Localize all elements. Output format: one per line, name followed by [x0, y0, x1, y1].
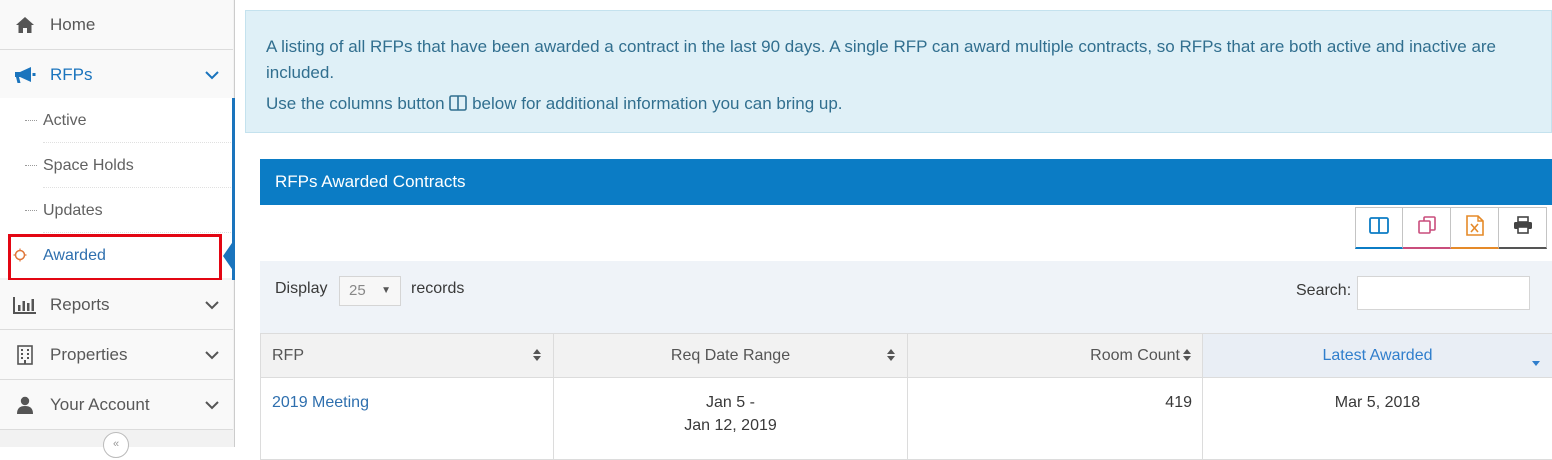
chevron-down-icon — [205, 347, 219, 365]
nav-rfps[interactable]: RFPs — [0, 50, 233, 100]
awarded-highlight-box — [8, 234, 222, 281]
user-icon — [12, 394, 38, 416]
records-label: records — [411, 280, 464, 298]
search-input[interactable] — [1357, 276, 1530, 310]
excel-icon — [1466, 215, 1484, 241]
search-label: Search: — [1296, 282, 1351, 300]
sub-item-active[interactable]: Active — [0, 98, 233, 143]
bar-chart-icon — [12, 294, 38, 316]
nav-home-label: Home — [50, 15, 95, 35]
cell-rfp: 2019 Meeting — [261, 378, 554, 460]
sort-icon — [1182, 348, 1192, 367]
sidebar: Home RFPs Active Space Holds Updates Awa… — [0, 0, 235, 447]
chevron-down-icon — [205, 297, 219, 315]
cell-req-date-range: Jan 5 - Jan 12, 2019 — [554, 378, 908, 460]
sub-item-label: Active — [43, 112, 87, 130]
print-icon — [1513, 216, 1533, 239]
column-header-latest-awarded[interactable]: Latest Awarded — [1203, 334, 1552, 378]
caret-down-icon: ▼ — [381, 277, 391, 305]
megaphone-icon — [12, 64, 38, 86]
copy-button[interactable] — [1403, 207, 1451, 249]
nav-reports-label: Reports — [50, 295, 110, 315]
copy-icon — [1417, 215, 1437, 240]
sub-item-label: Updates — [43, 202, 103, 220]
nav-home[interactable]: Home — [0, 0, 233, 50]
columns-icon — [449, 93, 467, 119]
sort-icon — [532, 348, 542, 367]
cell-room-count: 419 — [908, 378, 1203, 460]
column-header-room-count[interactable]: Room Count — [908, 334, 1203, 378]
chevron-down-icon — [205, 67, 219, 85]
rfp-link[interactable]: 2019 Meeting — [272, 394, 369, 411]
sub-item-label: Space Holds — [43, 157, 134, 175]
active-arrow-indicator — [223, 240, 234, 272]
nav-reports[interactable]: Reports — [0, 280, 233, 330]
sub-item-space-holds[interactable]: Space Holds — [0, 143, 233, 188]
sort-desc-icon — [1531, 354, 1541, 372]
info-alert: A listing of all RFPs that have been awa… — [245, 10, 1552, 133]
columns-icon — [1369, 217, 1389, 239]
info-text-line1: A listing of all RFPs that have been awa… — [266, 34, 1531, 86]
table-filter-bar: Display 25 ▼ records Search: — [260, 261, 1552, 333]
display-label: Display — [275, 280, 327, 298]
nav-your-account-label: Your Account — [50, 395, 150, 415]
nav-your-account[interactable]: Your Account — [0, 380, 233, 430]
excel-export-button[interactable] — [1451, 207, 1499, 249]
building-icon — [12, 344, 38, 366]
nav-rfps-label: RFPs — [50, 65, 93, 85]
sort-icon — [886, 348, 896, 367]
cell-latest-awarded: Mar 5, 2018 — [1203, 378, 1552, 460]
column-header-rfp[interactable]: RFP — [261, 334, 554, 378]
column-header-req-date-range[interactable]: Req Date Range — [554, 334, 908, 378]
nav-properties[interactable]: Properties — [0, 330, 233, 380]
table-row: 2019 Meeting Jan 5 - Jan 12, 2019 419 Ma… — [261, 378, 1552, 460]
awarded-rfps-table: RFP Req Date Range Room Count Latest Awa… — [260, 333, 1552, 460]
home-icon — [12, 14, 38, 36]
chevron-down-icon — [205, 397, 219, 415]
columns-button[interactable] — [1355, 207, 1403, 249]
sub-item-updates[interactable]: Updates — [0, 188, 233, 233]
info-text-line2: Use the columns button below for additio… — [266, 91, 1531, 119]
page-length-select[interactable]: 25 ▼ — [339, 276, 401, 306]
collapse-sidebar-button[interactable]: « — [103, 432, 129, 458]
panel-title: RFPs Awarded Contracts — [260, 159, 1552, 205]
table-toolbar — [1355, 207, 1547, 249]
nav-properties-label: Properties — [50, 345, 127, 365]
print-button[interactable] — [1499, 207, 1547, 249]
